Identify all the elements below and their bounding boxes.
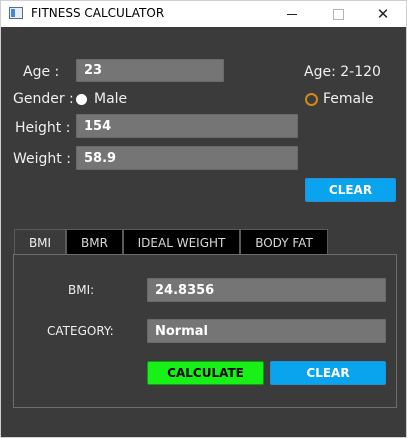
radio-unchecked-icon xyxy=(305,93,318,106)
clear-inputs-button[interactable]: CLEAR xyxy=(305,178,396,202)
window-title: FITNESS CALCULATOR xyxy=(31,6,165,20)
tab-bmr-label: BMR xyxy=(81,235,108,250)
category-result-field: Normal xyxy=(147,319,386,343)
height-label: Height : xyxy=(15,120,71,136)
clear-results-label: CLEAR xyxy=(306,366,350,380)
bmi-panel: BMI: 24.8356 CATEGORY: Normal CALCULATE … xyxy=(13,254,397,408)
weight-input[interactable]: 58.9 xyxy=(76,146,298,170)
height-input[interactable]: 154 xyxy=(76,114,298,138)
tab-ideal-weight[interactable]: IDEAL WEIGHT xyxy=(123,229,240,255)
gender-option-female: Female xyxy=(323,91,374,107)
age-value: 23 xyxy=(84,63,103,78)
minimize-button[interactable] xyxy=(269,1,315,27)
weight-label: Weight : xyxy=(13,151,71,167)
maximize-button[interactable] xyxy=(315,1,361,27)
tab-body-fat[interactable]: BODY FAT xyxy=(240,229,328,255)
calculate-label: CALCULATE xyxy=(167,366,244,380)
weight-value: 58.9 xyxy=(84,150,117,166)
gender-option-male: Male xyxy=(94,91,128,107)
tab-bmi[interactable]: BMI xyxy=(14,229,66,255)
calculate-button[interactable]: CALCULATE xyxy=(147,361,264,385)
age-range-hint: Age: 2-120 xyxy=(304,64,381,80)
app-window: FITNESS CALCULATOR ✕ Age : 23 Age: 2-120… xyxy=(0,0,407,438)
clear-inputs-label: CLEAR xyxy=(328,183,373,197)
bmi-value: 24.8356 xyxy=(155,282,215,298)
clear-results-button[interactable]: CLEAR xyxy=(270,361,386,385)
radio-checked-icon xyxy=(76,94,87,105)
app-icon xyxy=(9,7,23,19)
title-bar: FITNESS CALCULATOR ✕ xyxy=(1,1,406,27)
minimize-icon xyxy=(287,13,297,15)
height-value: 154 xyxy=(84,118,112,134)
tab-body-fat-label: BODY FAT xyxy=(255,235,313,250)
close-icon: ✕ xyxy=(376,5,390,23)
bmi-result-field: 24.8356 xyxy=(147,278,386,302)
bmi-label: BMI: xyxy=(68,283,95,297)
age-input[interactable]: 23 xyxy=(76,59,224,82)
gender-label: Gender : xyxy=(13,91,74,107)
close-button[interactable]: ✕ xyxy=(360,1,406,27)
tab-ideal-weight-label: IDEAL WEIGHT xyxy=(137,235,226,250)
category-label: CATEGORY: xyxy=(47,324,114,338)
tab-bmr[interactable]: BMR xyxy=(66,229,123,255)
age-label: Age : xyxy=(23,64,60,80)
category-value: Normal xyxy=(155,323,208,339)
tab-bmi-label: BMI xyxy=(28,235,52,250)
maximize-icon xyxy=(332,8,344,20)
